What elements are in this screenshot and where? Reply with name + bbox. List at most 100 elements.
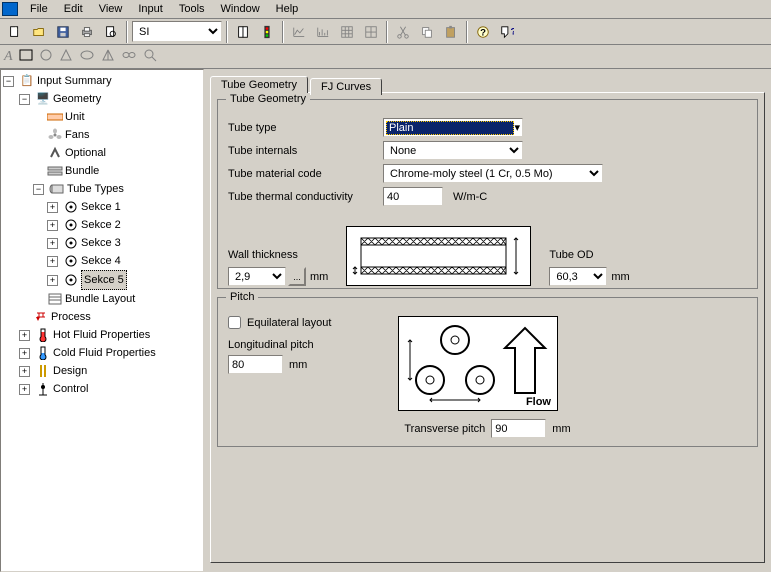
- tree-sekce-5[interactable]: +Sekce 5: [3, 270, 201, 290]
- main-area: −📋Input Summary −🖥️Geometry Unit Fans Op…: [0, 69, 771, 572]
- preview-icon: [104, 25, 118, 39]
- tree-design[interactable]: +Design: [3, 362, 201, 380]
- run-button[interactable]: [256, 21, 278, 43]
- toolbar-separator: [466, 21, 468, 43]
- tree-sekce-1[interactable]: +Sekce 1: [3, 198, 201, 216]
- open-icon: [32, 25, 46, 39]
- tree-control[interactable]: +Control: [3, 380, 201, 398]
- fan-icon: [47, 128, 63, 142]
- circle-tool-icon: [39, 48, 53, 65]
- chevron-down-icon: ▾: [514, 121, 520, 134]
- tree-sekce-2[interactable]: +Sekce 2: [3, 216, 201, 234]
- rect-tool-icon[interactable]: [19, 49, 33, 64]
- section-icon: [63, 236, 79, 250]
- longpitch-input[interactable]: [228, 355, 283, 374]
- tab-tube-geometry[interactable]: Tube Geometry: [210, 76, 308, 93]
- navigation-tree[interactable]: −📋Input Summary −🖥️Geometry Unit Fans Op…: [0, 69, 204, 572]
- tree-bundle[interactable]: Bundle: [3, 162, 201, 180]
- wall-thickness-more-button[interactable]: ...: [288, 267, 306, 286]
- units-combo[interactable]: SI: [132, 21, 222, 42]
- tube-od-block: Tube OD 60,3 mm: [549, 249, 629, 286]
- tree-tube-types[interactable]: −Tube Types: [3, 180, 201, 198]
- tube-type-select[interactable]: Plain▾: [383, 118, 523, 137]
- cold-fluid-icon: [35, 346, 51, 360]
- summary-icon: 📋: [19, 74, 35, 88]
- optional-icon: [47, 146, 63, 160]
- save-button[interactable]: [52, 21, 74, 43]
- print-icon: [80, 25, 94, 39]
- tube-thermal-label: Tube thermal conductivity: [228, 191, 383, 203]
- transpitch-unit: mm: [552, 423, 570, 435]
- grid2-button[interactable]: [360, 21, 382, 43]
- menu-tools[interactable]: Tools: [171, 1, 213, 17]
- tube-cross-section-diagram: [346, 226, 531, 286]
- cut-button[interactable]: [392, 21, 414, 43]
- tree-optional[interactable]: Optional: [3, 144, 201, 162]
- grid-icon: [340, 25, 354, 39]
- tube-internals-select[interactable]: None: [383, 141, 523, 160]
- menu-window[interactable]: Window: [213, 1, 268, 17]
- tube-od-unit: mm: [611, 271, 629, 283]
- tube-material-select[interactable]: Chrome-moly steel (1 Cr, 0.5 Mo): [383, 164, 603, 183]
- copy-button[interactable]: [416, 21, 438, 43]
- new-button[interactable]: [4, 21, 26, 43]
- tree-input-summary[interactable]: −📋Input Summary: [3, 72, 201, 90]
- tube-material-label: Tube material code: [228, 168, 383, 180]
- menu-view[interactable]: View: [91, 1, 131, 17]
- wall-thickness-select[interactable]: 2,9: [228, 267, 286, 286]
- tree-hot-fluid[interactable]: +Hot Fluid Properties: [3, 326, 201, 344]
- toolbar-separator: [282, 21, 284, 43]
- toolbar-separator: [126, 21, 128, 43]
- menu-edit[interactable]: Edit: [56, 1, 91, 17]
- print-button[interactable]: [76, 21, 98, 43]
- paste-icon: [444, 25, 458, 39]
- tree-bundle-layout[interactable]: Bundle Layout: [3, 290, 201, 308]
- equilateral-checkbox[interactable]: [228, 316, 241, 329]
- control-icon: [35, 382, 51, 396]
- transpitch-input[interactable]: [491, 419, 546, 438]
- bundle-icon: [47, 164, 63, 178]
- tube-od-select[interactable]: 60,3: [549, 267, 607, 286]
- tree-geometry[interactable]: −🖥️Geometry: [3, 90, 201, 108]
- chart2-button[interactable]: [312, 21, 334, 43]
- monitor-icon: 🖥️: [35, 92, 51, 106]
- flip-tool-icon: [101, 48, 115, 65]
- new-icon: [8, 25, 22, 39]
- chart1-button[interactable]: [288, 21, 310, 43]
- zoom-tool-icon: [143, 48, 157, 65]
- transpitch-label: Transverse pitch: [404, 423, 485, 435]
- grid1-button[interactable]: [336, 21, 358, 43]
- paste-button[interactable]: [440, 21, 462, 43]
- menu-input[interactable]: Input: [130, 1, 170, 17]
- content-pane: Tube Geometry FJ Curves Tube type Plain▾…: [204, 69, 771, 572]
- book-button[interactable]: [232, 21, 254, 43]
- tree-sekce-4[interactable]: +Sekce 4: [3, 252, 201, 270]
- toolbar-separator: [226, 21, 228, 43]
- tree-fans[interactable]: Fans: [3, 126, 201, 144]
- section-icon: [63, 200, 79, 214]
- tubes-icon: [49, 182, 65, 196]
- save-icon: [56, 25, 70, 39]
- wall-thickness-block: Wall thickness 2,9 ... mm: [228, 249, 328, 286]
- menu-file[interactable]: File: [22, 1, 56, 17]
- tree-process[interactable]: Process: [3, 308, 201, 326]
- menu-help[interactable]: Help: [268, 1, 307, 17]
- open-button[interactable]: [28, 21, 50, 43]
- equilateral-label: Equilateral layout: [247, 317, 331, 329]
- tree-sekce-3[interactable]: +Sekce 3: [3, 234, 201, 252]
- preview-button[interactable]: [100, 21, 122, 43]
- unit-icon: [47, 110, 63, 124]
- flow-label: Flow: [526, 396, 551, 408]
- tri-tool-icon: [59, 48, 73, 65]
- tree-cold-fluid[interactable]: +Cold Fluid Properties: [3, 344, 201, 362]
- main-toolbar: SI ? ?: [0, 19, 771, 45]
- tube-thermal-input[interactable]: [383, 187, 443, 206]
- process-icon: [33, 310, 49, 324]
- tab-fj-curves[interactable]: FJ Curves: [310, 78, 382, 95]
- cut-icon: [396, 25, 410, 39]
- help-button[interactable]: ?: [472, 21, 494, 43]
- tree-unit[interactable]: Unit: [3, 108, 201, 126]
- traffic-light-icon: [260, 25, 274, 39]
- layout-icon: [47, 292, 63, 306]
- whats-this-button[interactable]: ?: [496, 21, 518, 43]
